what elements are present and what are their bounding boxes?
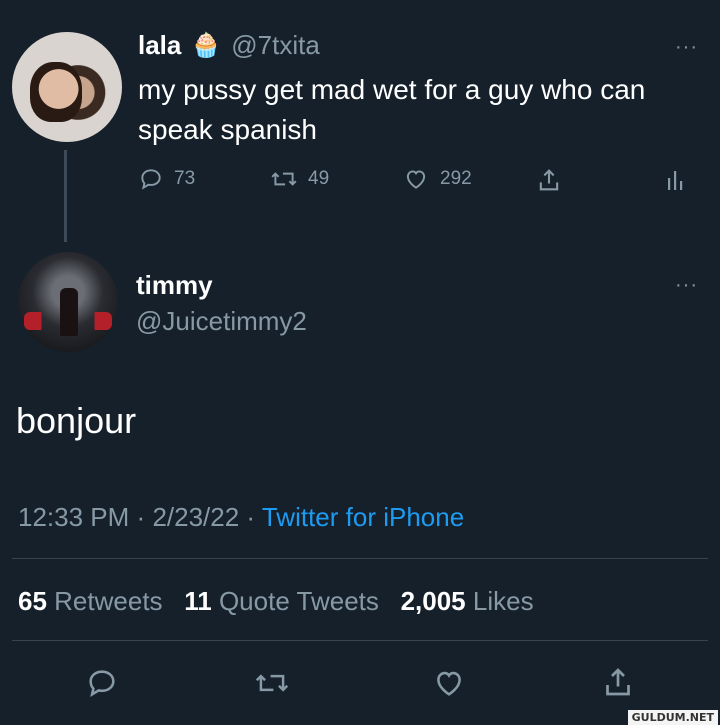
share-button[interactable] <box>600 664 636 705</box>
quotes-count: 11 <box>184 586 212 616</box>
meta-separator: · <box>136 502 146 532</box>
tweet2-text: bonjour <box>16 400 137 441</box>
cupcake-icon: 🧁 <box>191 32 222 59</box>
tweet2-source[interactable]: Twitter for iPhone <box>262 502 464 532</box>
likes-label: Likes <box>472 586 534 616</box>
likes-stat[interactable]: 2,005 Likes <box>401 586 534 616</box>
like-button[interactable] <box>431 666 467 705</box>
meta-separator: · <box>246 502 256 532</box>
reply-icon <box>138 166 164 192</box>
tweet2-name[interactable]: timmy <box>136 270 213 301</box>
tweet1-reply-button[interactable]: 73 <box>138 166 195 192</box>
divider <box>12 640 708 641</box>
watermark: GULDUM.NET <box>627 710 718 725</box>
thread-line <box>64 150 67 242</box>
divider <box>12 558 708 559</box>
tweet2-handle[interactable]: @Juicetimmy2 <box>136 306 307 337</box>
retweets-stat[interactable]: 65 Retweets <box>18 586 163 616</box>
tweet1-name[interactable]: lala <box>138 30 181 61</box>
tweet1-reply-count: 73 <box>174 168 196 189</box>
retweet-icon <box>270 166 298 192</box>
retweets-count: 65 <box>18 586 47 616</box>
tweet1-share-icon[interactable] <box>535 166 563 199</box>
tweet1-retweet-count: 49 <box>308 168 330 189</box>
tweet2-meta: 12:33 PM · 2/23/22 · Twitter for iPhone <box>18 502 464 533</box>
tweet1-like-count: 292 <box>440 168 472 189</box>
likes-count: 2,005 <box>400 586 466 616</box>
lala-avatar[interactable] <box>12 32 122 142</box>
tweet2-more-icon[interactable]: ··· <box>675 274 698 297</box>
tweet2-counts: 65 Retweets 11 Quote Tweets 2,005 Likes <box>18 586 534 617</box>
tweet2-time[interactable]: 12:33 PM <box>18 502 129 532</box>
reply-button[interactable] <box>85 666 119 705</box>
tweet1-text: my pussy get mad wet for a guy who can s… <box>138 74 646 145</box>
retweet-button[interactable] <box>254 666 290 705</box>
tweet1-like-button[interactable]: 292 <box>402 166 472 192</box>
quotes-stat[interactable]: 11 Quote Tweets <box>184 586 379 616</box>
quotes-label: Quote Tweets <box>218 586 379 616</box>
tweet1-retweet-button[interactable]: 49 <box>270 166 329 192</box>
tweet2-date[interactable]: 2/23/22 <box>152 502 239 532</box>
heart-icon <box>402 166 430 192</box>
tweet1-more-icon[interactable]: ··· <box>675 36 698 59</box>
retweets-label: Retweets <box>54 586 163 616</box>
analytics-icon[interactable] <box>666 168 688 197</box>
tweet1-header: lala 🧁 @7txita <box>138 30 320 61</box>
tweet1-handle[interactable]: @7txita <box>231 30 320 61</box>
timmy-avatar[interactable] <box>18 252 118 352</box>
